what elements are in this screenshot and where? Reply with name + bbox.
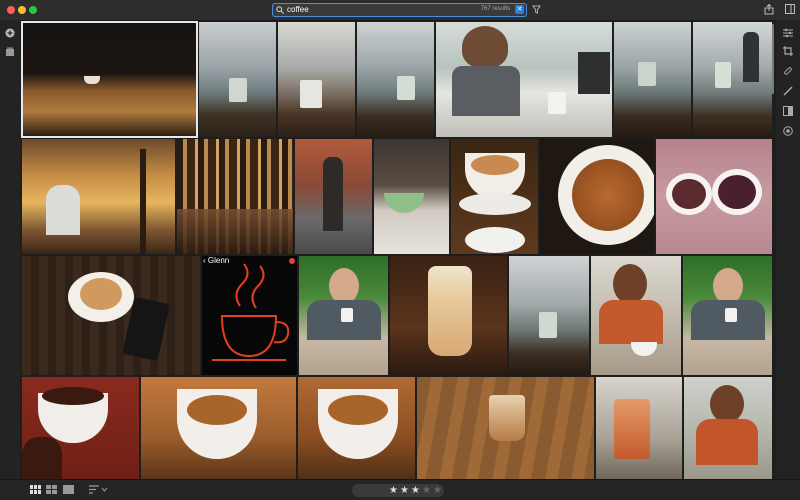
star-rating[interactable]: ★ ★ ★ ★ ★ [352, 484, 444, 497]
photo-child-tablet[interactable] [436, 22, 612, 137]
search-field[interactable]: coffee 767 results ✕ [272, 3, 527, 17]
photo-latte-phone[interactable] [22, 256, 200, 375]
photo-latte-art[interactable] [451, 139, 538, 254]
rating-star-2[interactable]: ★ [400, 484, 409, 497]
close-window-button[interactable] [7, 6, 15, 14]
photo-espresso-closeup[interactable] [540, 139, 654, 254]
rating-star-1[interactable]: ★ [389, 484, 398, 497]
photo-woman-cup[interactable] [591, 256, 681, 375]
stack-indicator-dot [289, 258, 295, 264]
search-query[interactable]: coffee [287, 5, 309, 14]
rating-star-4[interactable]: ★ [422, 484, 431, 497]
sort-icon[interactable] [89, 485, 109, 494]
photo-coffee-beans[interactable] [22, 377, 139, 480]
right-sidebar [776, 20, 800, 480]
photo-bridge-mug-3[interactable] [357, 22, 434, 137]
photo-neon-cup[interactable] [202, 256, 297, 375]
photo-cafe-table-dark[interactable] [21, 21, 198, 138]
gradient-icon[interactable] [783, 106, 793, 116]
detail-view-icon[interactable] [63, 485, 74, 494]
photo-man-cup-1[interactable] [299, 256, 388, 375]
photo-child-cup[interactable] [684, 377, 772, 480]
search-icon [276, 6, 284, 14]
photo-coffee-machines[interactable] [177, 139, 293, 254]
crop-icon[interactable] [783, 46, 793, 56]
photo-iced-tea[interactable] [596, 377, 682, 480]
photo-bridge-mug-2[interactable] [278, 22, 355, 137]
photo-bridge-mug-4[interactable] [614, 22, 691, 137]
photo-two-cups[interactable] [656, 139, 772, 254]
add-icon[interactable] [5, 28, 15, 38]
panel-toggle-icon[interactable] [785, 4, 795, 14]
search-result-count: 767 results [480, 6, 510, 12]
photo-green-cup[interactable] [374, 139, 449, 254]
photo-bridge-man[interactable] [693, 22, 772, 137]
photo-espresso-2[interactable] [298, 377, 415, 480]
zoom-window-button[interactable] [29, 6, 37, 14]
photo-cortado[interactable] [417, 377, 594, 480]
title-bar: coffee 767 results ✕ [0, 0, 800, 21]
square-grid-icon[interactable] [30, 485, 41, 494]
neon-cup-illustration [212, 263, 290, 361]
photo-tall-latte[interactable] [390, 256, 507, 375]
photo-man-cup-2[interactable] [683, 256, 772, 375]
left-sidebar [0, 20, 20, 480]
photo-cafe-interior[interactable] [22, 139, 175, 254]
clear-search-button[interactable]: ✕ [515, 5, 524, 14]
photo-espresso-1[interactable] [141, 377, 296, 480]
radial-icon[interactable] [783, 126, 793, 136]
heal-icon[interactable] [783, 66, 793, 76]
minimize-window-button[interactable] [18, 6, 26, 14]
rating-star-3[interactable]: ★ [411, 484, 420, 497]
photo-grid [21, 21, 772, 480]
photo-bridge-mug-5[interactable] [509, 256, 589, 375]
share-icon[interactable] [764, 4, 774, 15]
library-icon[interactable] [5, 47, 15, 57]
rating-star-5[interactable]: ★ [433, 484, 442, 497]
brush-icon[interactable] [783, 86, 793, 96]
photo-man-street[interactable] [295, 139, 372, 254]
stack-badge[interactable]: ‹ Glenn [203, 256, 229, 265]
grid-icon[interactable] [46, 485, 57, 494]
adjust-icon[interactable] [783, 28, 793, 38]
photo-bridge-mug-1[interactable] [199, 22, 276, 137]
filter-icon[interactable] [532, 5, 541, 14]
